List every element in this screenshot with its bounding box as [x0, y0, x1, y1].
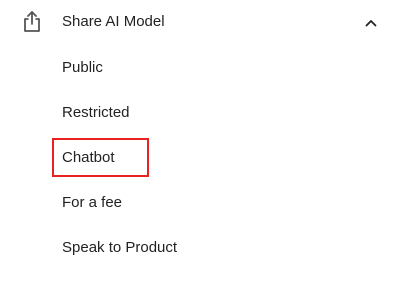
share-icon [22, 10, 42, 34]
menu-item-speak-to-product[interactable]: Speak to Product [62, 239, 177, 257]
chevron-up-icon[interactable] [364, 15, 378, 27]
share-ai-model-label: Share AI Model [62, 13, 165, 30]
menu-item-chatbot[interactable]: Chatbot [62, 149, 115, 167]
menu-item-restricted[interactable]: Restricted [62, 104, 130, 122]
menu-item-for-a-fee[interactable]: For a fee [62, 194, 122, 212]
share-ai-model-menu: Share AI Model Public Restricted Chatbot… [0, 0, 394, 282]
share-ai-model-header[interactable]: Share AI Model [0, 0, 394, 44]
menu-item-public[interactable]: Public [62, 59, 103, 77]
